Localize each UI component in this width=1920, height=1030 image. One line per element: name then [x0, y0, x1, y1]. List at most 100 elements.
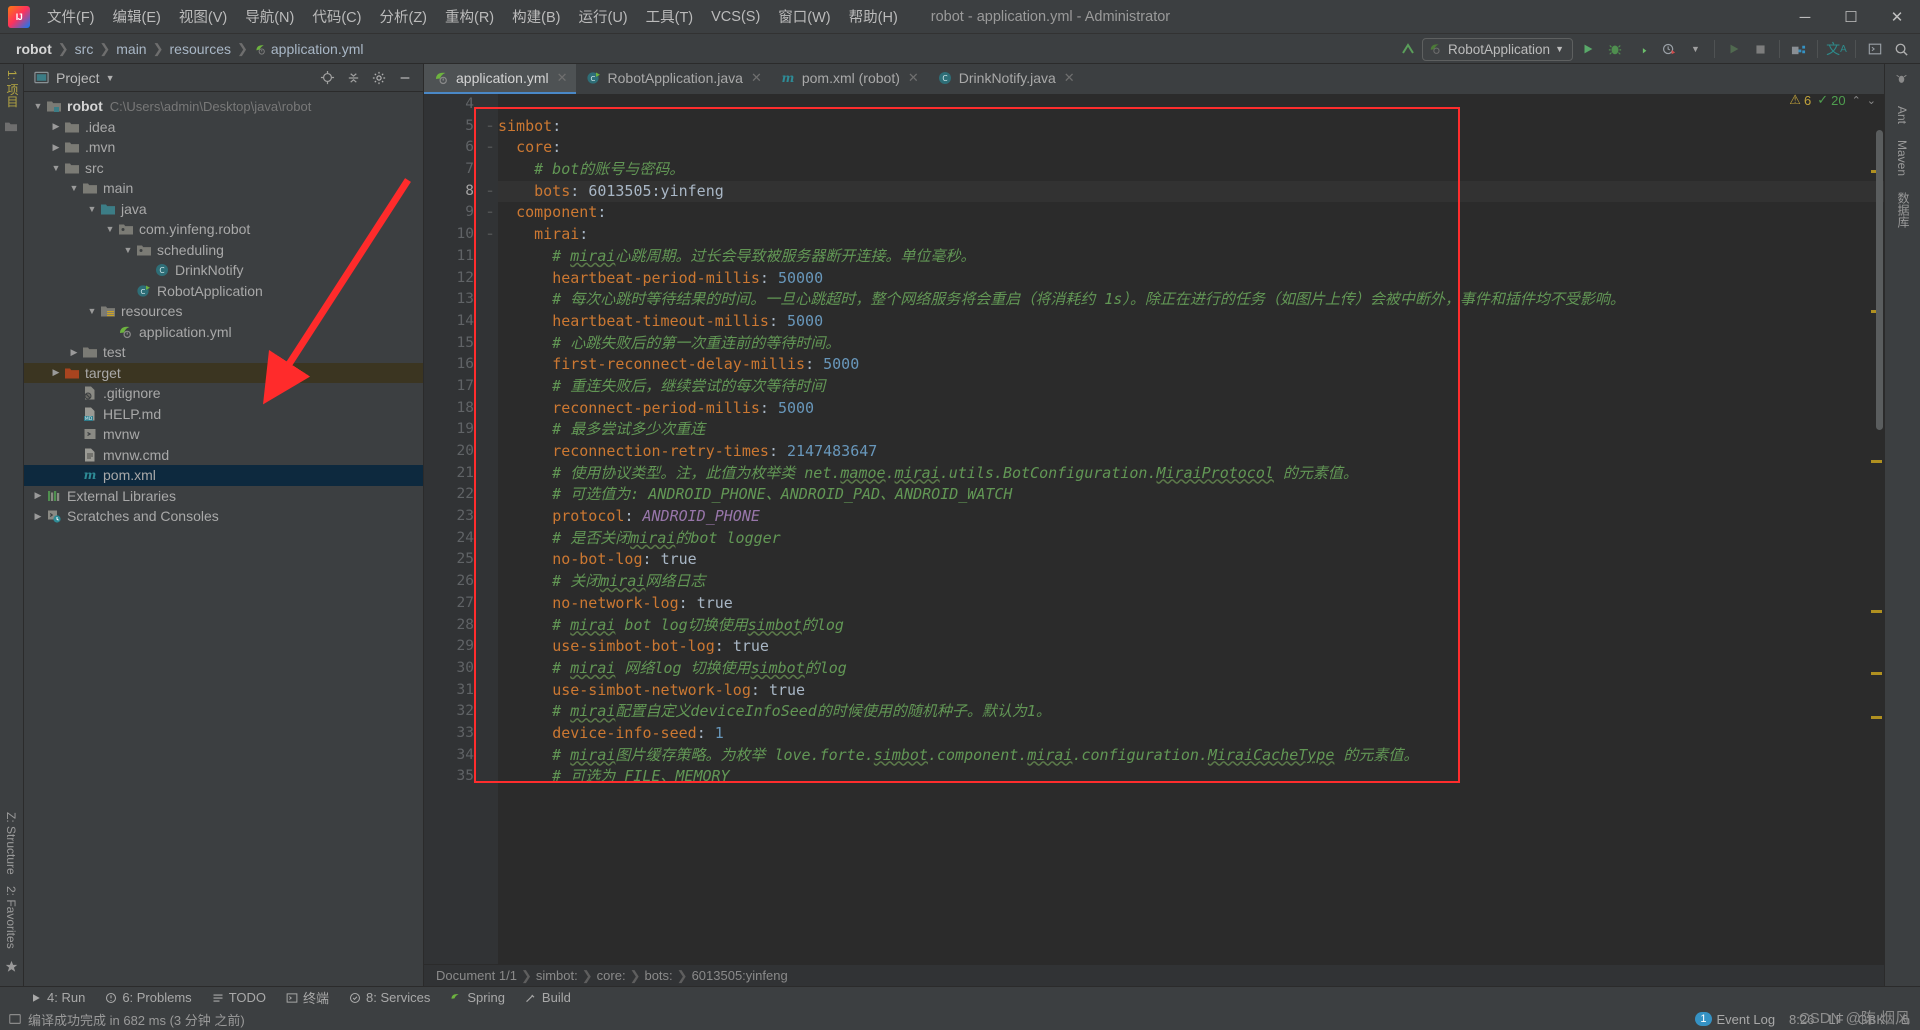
menu-help[interactable]: 帮助(H) — [840, 2, 907, 31]
tool-window-tab-structure[interactable]: Z: Structure — [0, 806, 22, 881]
editor-scrollbar-thumb[interactable] — [1876, 130, 1883, 430]
breadcrumb-item-src[interactable]: src — [71, 39, 98, 59]
breadcrumb-item-application-yml[interactable]: application.yml — [250, 39, 368, 59]
prev-problem-icon[interactable]: ⌃ — [1852, 94, 1861, 107]
tree-node-robotapplication[interactable]: C RobotApplication — [24, 281, 423, 302]
code-line[interactable]: core: — [498, 137, 1884, 159]
fold-markers[interactable]: − − − − − — [482, 94, 498, 788]
code-line[interactable]: mirai: — [498, 224, 1884, 246]
profiler-dropdown-icon[interactable]: ▼ — [1683, 37, 1708, 62]
fold-marker[interactable]: − — [482, 181, 498, 203]
chevron-down-icon[interactable]: ▼ — [66, 180, 82, 196]
chevron-down-icon[interactable]: ▼ — [120, 242, 136, 258]
chevron-down-icon[interactable]: ▼ — [1555, 44, 1564, 54]
code-line[interactable] — [498, 94, 1884, 116]
code-line[interactable]: # 重连失败后，继续尝试的每次等待时间 — [498, 376, 1884, 398]
tree-node-src[interactable]: ▼ src — [24, 158, 423, 179]
menu-vcs[interactable]: VCS(S) — [702, 5, 769, 29]
event-log-widget[interactable]: 1 Event Log — [1695, 1012, 1775, 1027]
stop-icon[interactable] — [1748, 37, 1773, 62]
bottom-tab-6-problems[interactable]: 6: Problems — [105, 990, 192, 1005]
breadcrumb-item-main[interactable]: main — [112, 39, 150, 59]
tool-window-tab-project[interactable]: 1: 项目 — [0, 64, 25, 113]
collapse-all-icon[interactable] — [341, 66, 365, 90]
code-line[interactable]: bots: 6013505:yinfeng — [498, 180, 1884, 203]
locate-icon[interactable] — [315, 66, 339, 90]
tool-window-tab-maven[interactable]: Maven — [1885, 132, 1919, 184]
tree-node-mvnw[interactable]: mvnw — [24, 424, 423, 445]
tree-node-external-libraries[interactable]: ▶ External Libraries — [24, 486, 423, 507]
fold-marker[interactable]: − — [482, 137, 498, 159]
code-line[interactable]: reconnect-period-millis: 5000 — [498, 398, 1884, 420]
build-project-icon[interactable] — [1786, 37, 1811, 62]
fold-marker[interactable]: − — [482, 116, 498, 138]
tree-node-gitignore[interactable]: .gitignore — [24, 383, 423, 404]
code-line[interactable]: # mirai图片缓存策略。为枚举 love.forte.simbot.comp… — [498, 745, 1884, 767]
fold-marker[interactable]: − — [482, 202, 498, 224]
menu-code[interactable]: 代码(C) — [303, 2, 370, 31]
bottom-tab-8-services[interactable]: 8: Services — [349, 990, 430, 1005]
code-line[interactable]: # 使用协议类型。注，此值为枚举类 net.mamoe.mirai.utils.… — [498, 463, 1884, 485]
menu-window[interactable]: 窗口(W) — [769, 2, 839, 31]
run-icon[interactable] — [1575, 37, 1600, 62]
terminal-icon[interactable] — [1862, 37, 1887, 62]
chevron-down-icon[interactable]: ▼ — [106, 73, 115, 83]
tree-node-mvnw-cmd[interactable]: mvnw.cmd — [24, 445, 423, 466]
code-line[interactable]: no-bot-log: true — [498, 549, 1884, 571]
editor-tab-robotapplication-java[interactable]: C RobotApplication.java ✕ — [576, 64, 770, 94]
code-line[interactable]: reconnection-retry-times: 2147483647 — [498, 441, 1884, 463]
profiler-icon[interactable] — [1656, 37, 1681, 62]
chevron-right-icon[interactable]: ▶ — [48, 119, 64, 135]
bottom-tab-4-run[interactable]: 4: Run — [30, 990, 85, 1005]
translate-icon[interactable]: 文A — [1824, 37, 1849, 62]
bottom-tab-todo[interactable]: TODO — [212, 990, 266, 1005]
yaml-crumb-simbot[interactable]: simbot: — [536, 968, 578, 983]
debug-icon[interactable] — [1602, 37, 1627, 62]
tool-window-tab-favorites[interactable]: 2: Favorites — [0, 880, 22, 955]
stripe-mark[interactable] — [1871, 672, 1882, 675]
hide-icon[interactable] — [393, 66, 417, 90]
minimize-icon[interactable]: ─ — [1782, 0, 1828, 34]
code-line[interactable]: use-simbot-network-log: true — [498, 680, 1884, 702]
check-count[interactable]: ✓ 20 — [1817, 92, 1845, 108]
tree-node-scratches-and-consoles[interactable]: ▶ Scratches and Consoles — [24, 506, 423, 527]
gear-icon[interactable] — [367, 66, 391, 90]
code-line[interactable]: heartbeat-timeout-millis: 5000 — [498, 311, 1884, 333]
editor-tab-application-yml[interactable]: application.yml ✕ — [424, 64, 576, 94]
close-tab-icon[interactable]: ✕ — [751, 70, 762, 86]
yaml-crumb-core[interactable]: core: — [597, 968, 626, 983]
ant-icon[interactable] — [1885, 64, 1920, 98]
editor-tab-pom-xml-robot[interactable]: m pom.xml (robot) ✕ — [770, 64, 927, 94]
chevron-down-icon[interactable]: ▼ — [84, 201, 100, 217]
tree-node-help-md[interactable]: MD HELP.md — [24, 404, 423, 425]
chevron-right-icon[interactable]: ▶ — [30, 508, 46, 524]
menu-build[interactable]: 构建(B) — [503, 2, 569, 31]
chevron-right-icon[interactable]: ▶ — [48, 139, 64, 155]
code-line[interactable]: device-info-seed: 1 — [498, 723, 1884, 745]
tree-node-scheduling[interactable]: ▼ scheduling — [24, 240, 423, 261]
menu-tools[interactable]: 工具(T) — [637, 2, 703, 31]
code-line[interactable]: first-reconnect-delay-millis: 5000 — [498, 354, 1884, 376]
code-line[interactable]: heartbeat-period-millis: 50000 — [498, 268, 1884, 290]
code-line[interactable]: use-simbot-bot-log: true — [498, 636, 1884, 658]
yaml-crumb-bots[interactable]: bots: — [644, 968, 672, 983]
code-line[interactable]: no-network-log: true — [498, 593, 1884, 615]
code-editor[interactable]: 4 5 6 7 8 9 10 11 12 13 14 15 16 17 18 19 20 21 22 23 24 25 26… — [424, 94, 1884, 986]
tree-node-drinknotify[interactable]: C DrinkNotify — [24, 260, 423, 281]
chevron-right-icon[interactable]: ▶ — [30, 488, 46, 504]
tree-node-com-yinfeng-robot[interactable]: ▼ com.yinfeng.robot — [24, 219, 423, 240]
chevron-down-icon[interactable]: ▼ — [84, 303, 100, 319]
breadcrumb-item-robot[interactable]: robot — [12, 39, 56, 59]
code-text[interactable]: simbot: core: # bot的账号与密码。 bots: 6013505… — [498, 94, 1884, 986]
bottom-tab-build[interactable]: Build — [525, 990, 571, 1005]
close-tab-icon[interactable]: ✕ — [1064, 70, 1075, 86]
chevron-right-icon[interactable]: ▶ — [66, 344, 82, 360]
chevron-right-icon[interactable]: ▶ — [48, 365, 64, 381]
close-tab-icon[interactable]: ✕ — [557, 70, 568, 86]
yaml-crumb-value[interactable]: 6013505:yinfeng — [692, 968, 788, 983]
tree-node-pom-xml[interactable]: m pom.xml — [24, 465, 423, 486]
code-line[interactable]: # mirai配置自定义deviceInfoSeed的时候使用的随机种子。默认为… — [498, 701, 1884, 723]
tree-node-robot[interactable]: ▼ robot C:\Users\admin\Desktop\java\robot — [24, 96, 423, 117]
menu-edit[interactable]: 编辑(E) — [104, 2, 170, 31]
code-line[interactable]: # 心跳失败后的第一次重连前的等待时间。 — [498, 333, 1884, 355]
